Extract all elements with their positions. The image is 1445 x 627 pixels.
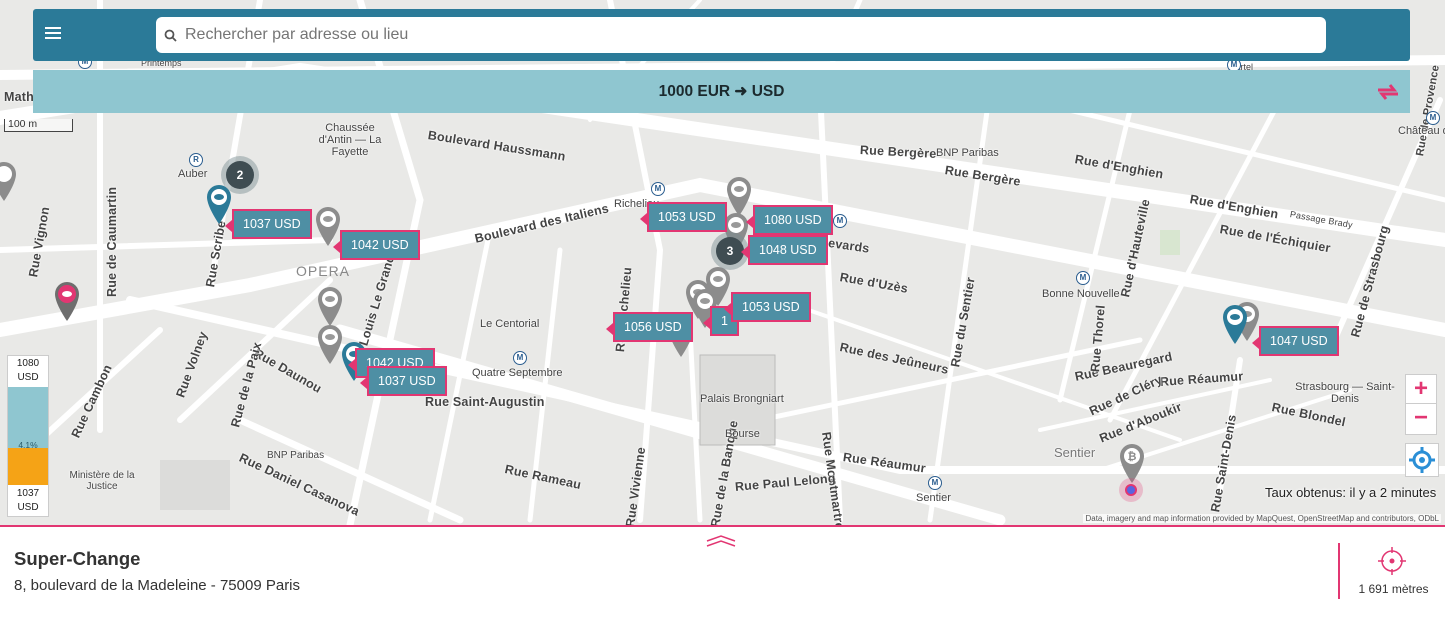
price-label[interactable]: 1042 USD	[333, 230, 420, 260]
place-label: BNP Paribas	[936, 147, 999, 159]
favorite-pin-icon[interactable]	[53, 280, 81, 322]
details-panel: Super-Change 8, boulevard de la Madelein…	[0, 525, 1445, 627]
price-label[interactable]: 1053 USD	[640, 202, 727, 232]
gauge-fill	[8, 447, 48, 485]
place-label: Palais Brongniart	[700, 393, 784, 405]
distance-box[interactable]: 1 691 mètres	[1338, 543, 1445, 599]
search-input[interactable]	[156, 17, 1326, 53]
header-bar	[33, 9, 1410, 61]
search-icon	[164, 29, 177, 42]
distance-text: 1 691 mètres	[1358, 582, 1429, 596]
price-label[interactable]: 1037 USD	[360, 366, 447, 396]
gauge-min: 1037 USD	[16, 488, 40, 513]
rate-timestamp: Taux obtenus: il y a 2 minutes	[1265, 485, 1437, 500]
place-label: BNP Paribas	[267, 450, 325, 461]
conversion-label: 1000 EUR ➜ USD	[658, 83, 785, 100]
price-label[interactable]: 1047 USD	[1252, 326, 1339, 356]
selected-pin-icon[interactable]	[1221, 303, 1249, 345]
exchange-office-pin-icon[interactable]	[316, 285, 344, 327]
price-label[interactable]: 1037 USD	[225, 209, 312, 239]
rate-gauge: 1080 USD 4.1% 1037 USD	[7, 355, 49, 517]
conversion-bar[interactable]: 1000 EUR ➜ USD	[33, 70, 1410, 113]
price-label[interactable]: 1080 USD	[746, 205, 833, 235]
gauge-bar: 4.1%	[8, 387, 48, 485]
place-label: Sentier	[916, 492, 951, 504]
metro-icon: M	[833, 214, 847, 228]
svg-text:₿: ₿	[1128, 451, 1137, 463]
place-label: Sentier	[1054, 445, 1096, 460]
metro-icon: M	[928, 476, 942, 490]
street-label: Rue Saint-Augustin	[425, 395, 545, 409]
shop-address: 8, boulevard de la Madeleine - 75009 Par…	[14, 577, 301, 594]
place-label: Auber	[178, 168, 208, 180]
price-label[interactable]: 1053 USD	[724, 292, 811, 322]
metro-icon: M	[513, 351, 527, 365]
street-label: Rue de Caumartin	[105, 186, 119, 297]
place-label: Strasbourg — Saint-Denis	[1295, 381, 1395, 405]
zoom-out-button[interactable]: −	[1405, 403, 1437, 435]
map-scale: 100 m	[4, 119, 73, 132]
place-label: Quatre Septembre	[472, 367, 563, 379]
exchange-office-pin-icon[interactable]	[0, 160, 18, 202]
place-label: Bourse	[725, 428, 760, 440]
swap-currency-icon[interactable]	[1374, 81, 1402, 103]
selected-pin-icon[interactable]	[205, 183, 233, 225]
map-attribution: Data, imagery and map information provid…	[1083, 514, 1441, 523]
place-label: Château d	[1398, 125, 1445, 137]
metro-icon: M	[1076, 271, 1090, 285]
expand-chevron-icon[interactable]	[705, 533, 737, 547]
locate-me-button[interactable]	[1405, 443, 1439, 477]
target-icon	[1378, 547, 1406, 575]
price-label[interactable]: 1048 USD	[741, 235, 828, 265]
place-label: Bonne Nouvelle	[1042, 288, 1120, 300]
metro-icon: M	[1426, 111, 1440, 125]
place-label: Chaussée d'Antin — La Fayette	[318, 122, 382, 158]
gauge-max: 1080 USD	[16, 358, 40, 383]
price-label[interactable]: 1056 USD	[606, 312, 693, 342]
user-location-icon	[1119, 478, 1143, 502]
place-label: Ministère de la Justice	[69, 470, 135, 492]
menu-icon[interactable]	[45, 27, 61, 41]
zoom-in-button[interactable]: +	[1405, 374, 1437, 406]
marker-cluster[interactable]: 3	[716, 237, 744, 265]
crosshair-icon	[1409, 447, 1435, 473]
metro-icon: R	[189, 153, 203, 167]
metro-icon: M	[651, 182, 665, 196]
shop-name: Super-Change	[14, 548, 141, 569]
district-label: OPERA	[296, 263, 351, 279]
place-label: Le Centorial	[480, 318, 540, 330]
marker-cluster[interactable]: 2	[226, 161, 254, 189]
